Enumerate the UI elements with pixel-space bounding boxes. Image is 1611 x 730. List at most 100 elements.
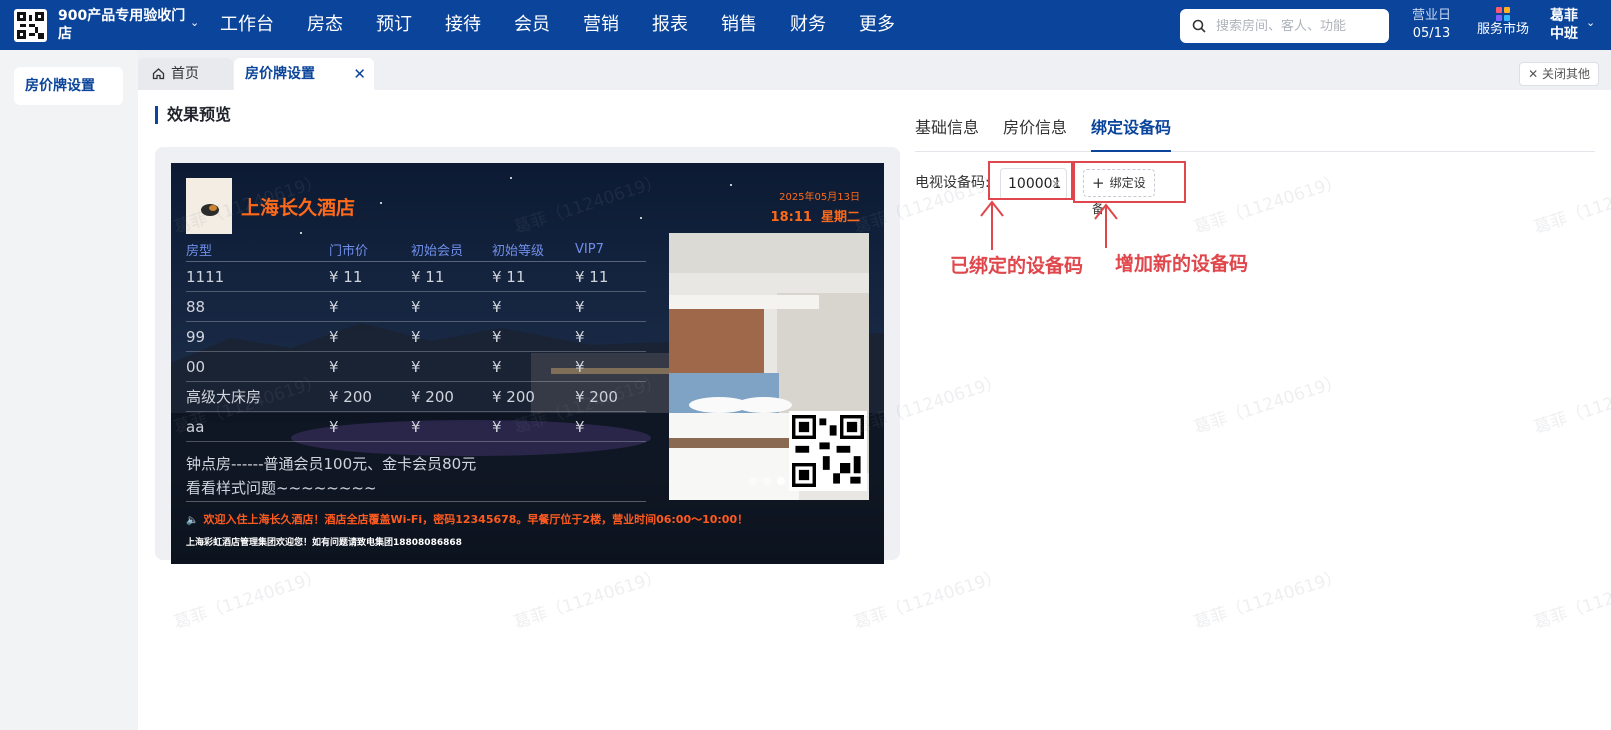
home-icon xyxy=(152,68,165,80)
tab-basic-info[interactable]: 基础信息 xyxy=(915,114,979,151)
table-cell: ¥ xyxy=(575,357,585,376)
tv-preview-screen: 上海长久酒店 2025年05月13日 18:11 星期二 房型 门市价 初始会员… xyxy=(171,163,884,564)
user-menu[interactable]: 葛菲 中班 xyxy=(1550,7,1578,43)
preview-time-value: 18:11 xyxy=(770,210,812,225)
business-day: 营业日 05/13 xyxy=(1412,7,1451,43)
table-cell: ¥ xyxy=(492,417,502,436)
price-table-header: 房型 门市价 初始会员 初始等级 VIP7 xyxy=(186,238,646,262)
tab-bar: 首页 房价牌设置 ✕ ✕ 关闭其他 xyxy=(138,50,1611,90)
table-cell: ¥ xyxy=(575,297,585,316)
search-box[interactable] xyxy=(1180,9,1389,43)
table-cell: ¥ 200 xyxy=(492,387,535,406)
table-cell: 00 xyxy=(186,357,206,376)
nav-item-workbench[interactable]: 工作台 xyxy=(220,0,274,50)
price-table: 房型 门市价 初始会员 初始等级 VIP7 1111 ¥ 11 ¥ 11 ¥ 11 ¥ … xyxy=(186,238,646,442)
table-cell: 1111 xyxy=(186,267,225,286)
app-grid-icon xyxy=(1496,7,1510,21)
user-shift: 中班 xyxy=(1550,26,1578,42)
business-day-label: 营业日 xyxy=(1412,8,1452,23)
section-title: 效果预览 xyxy=(155,106,231,124)
preview-note: 看看样式问题~~~~~~~~ xyxy=(186,479,377,497)
preview-weekday: 星期二 xyxy=(820,210,860,225)
preview-date: 2025年05月13日 xyxy=(779,192,860,203)
table-cell: ¥ xyxy=(492,327,502,346)
nav-item-reports[interactable]: 报表 xyxy=(652,0,688,50)
table-cell: ¥ xyxy=(411,297,421,316)
table-cell: ¥ xyxy=(411,357,421,376)
table-cell: ¥ xyxy=(329,327,339,346)
close-others-label: 关闭其他 xyxy=(1541,67,1590,81)
tab-price-info[interactable]: 房价信息 xyxy=(1003,114,1067,151)
carousel-dot[interactable] xyxy=(749,477,757,485)
table-cell: ¥ 11 xyxy=(329,267,363,286)
nav-item-booking[interactable]: 预订 xyxy=(376,0,412,50)
carousel-dots xyxy=(749,477,785,485)
tab-price-board-label: 房价牌设置 xyxy=(245,66,315,82)
table-cell: ¥ 200 xyxy=(411,387,454,406)
table-cell: ¥ xyxy=(329,297,339,316)
hotel-qr-logo-icon[interactable] xyxy=(14,9,47,42)
table-cell: ¥ xyxy=(329,417,339,436)
preview-hotel-name: 上海长久酒店 xyxy=(241,197,356,219)
chevron-down-icon[interactable]: ⌄ xyxy=(1586,16,1595,29)
table-cell: ¥ xyxy=(329,357,339,376)
preview-footer: 上海彩虹酒店管理集团欢迎您！如有问题请致电集团18808086868 xyxy=(186,538,462,548)
business-day-value: 05/13 xyxy=(1412,26,1451,41)
nav-item-finance[interactable]: 财务 xyxy=(790,0,826,50)
nav-item-more[interactable]: 更多 xyxy=(859,0,895,50)
table-cell: 高级大床房 xyxy=(186,388,262,406)
table-cell: aa xyxy=(186,417,205,436)
carousel-dot[interactable] xyxy=(763,477,771,485)
search-input[interactable] xyxy=(1216,18,1386,34)
main-nav: 工作台 房态 预订 接待 会员 营销 报表 销售 财务 更多 xyxy=(220,0,928,50)
main-panel: 效果预览 上海长久酒店 2025年05月13日 18:11 星期二 房型 门市价… xyxy=(138,90,1611,730)
annotation-bound-code: 已绑定的设备码 xyxy=(950,255,1084,277)
column-header: 初始等级 xyxy=(492,244,545,259)
preview-time: 18:11 星期二 xyxy=(771,206,860,225)
chevron-down-icon[interactable]: ⌄ xyxy=(190,16,199,29)
service-market-label: 服务市场 xyxy=(1476,22,1529,37)
qr-code-icon xyxy=(789,411,867,491)
tab-price-board[interactable]: 房价牌设置 ✕ xyxy=(234,58,374,90)
table-row: 1111 ¥ 11 ¥ 11 ¥ 11 ¥ 11 xyxy=(186,262,646,292)
close-others-button[interactable]: ✕ 关闭其他 xyxy=(1519,62,1599,86)
sidebar: 房价牌设置 xyxy=(0,50,138,730)
column-header: VIP7 xyxy=(575,242,604,257)
nav-item-reception[interactable]: 接待 xyxy=(445,0,481,50)
nav-item-room-status[interactable]: 房态 xyxy=(307,0,343,50)
table-row: 99 ¥ ¥ ¥ ¥ xyxy=(186,322,646,352)
close-icon[interactable]: ✕ xyxy=(353,58,366,90)
table-row: 高级大床房 ¥ 200 ¥ 200 ¥ 200 ¥ 200 xyxy=(186,382,646,412)
table-cell: ¥ xyxy=(575,417,585,436)
carousel-dot-active[interactable] xyxy=(777,477,785,485)
column-header: 房型 xyxy=(186,244,213,259)
annotation-add-code: 增加新的设备码 xyxy=(1115,253,1249,275)
nav-item-sales[interactable]: 销售 xyxy=(721,0,757,50)
table-cell: ¥ 200 xyxy=(575,387,618,406)
tab-home[interactable]: 首页 xyxy=(138,58,233,90)
tab-home-label: 首页 xyxy=(171,66,199,82)
table-cell: ¥ xyxy=(492,297,502,316)
nav-item-marketing[interactable]: 营销 xyxy=(583,0,619,50)
column-header: 门市价 xyxy=(329,244,369,259)
service-market[interactable]: 服务市场 xyxy=(1472,7,1534,39)
table-cell: ¥ xyxy=(492,357,502,376)
hotel-name[interactable]: 900产品专用验收门店 xyxy=(58,7,188,43)
tv-device-code-label: 电视设备码: xyxy=(915,175,990,191)
top-bar: 900产品专用验收门店 ⌄ 工作台 房态 预订 接待 会员 营销 报表 销售 财… xyxy=(0,0,1611,50)
table-cell: 88 xyxy=(186,297,206,316)
marquee-text: 欢迎入住上海长久酒店！酒店全店覆盖Wi-Fi，密码12345678。早餐厅位于2… xyxy=(203,513,749,526)
column-header: 初始会员 xyxy=(411,244,464,259)
nav-item-members[interactable]: 会员 xyxy=(514,0,550,50)
tab-bind-device[interactable]: 绑定设备码 xyxy=(1091,114,1172,152)
table-row: aa ¥ ¥ ¥ ¥ xyxy=(186,412,646,442)
table-row: 00 ¥ ¥ ¥ ¥ xyxy=(186,352,646,382)
annotation-box-add xyxy=(1073,161,1186,203)
user-name: 葛菲 xyxy=(1550,8,1578,24)
tv-device-code-label-text: 电视设备码 xyxy=(915,175,985,191)
table-cell: ¥ 11 xyxy=(411,267,445,286)
search-icon xyxy=(1192,19,1206,33)
qr-code-icon xyxy=(17,12,44,39)
sidebar-item-price-board[interactable]: 房价牌设置 xyxy=(14,67,123,105)
table-cell: ¥ 11 xyxy=(492,267,526,286)
